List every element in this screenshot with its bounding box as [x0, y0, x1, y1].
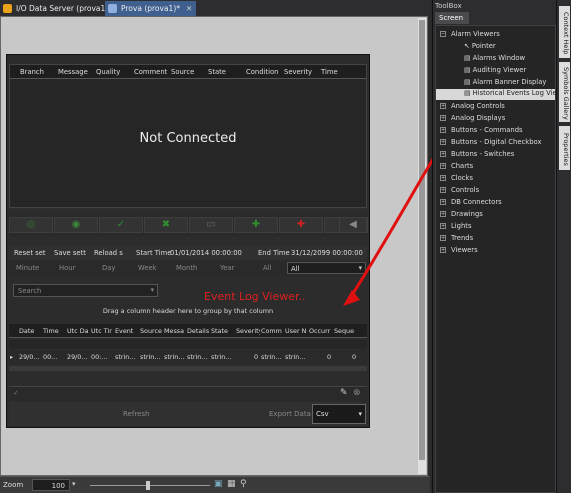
group-label: Buttons - Digital Checkbox — [451, 138, 542, 146]
collapse-icon[interactable]: − — [440, 31, 446, 37]
item-label: Alarms Window — [472, 54, 526, 62]
expand-icon[interactable]: + — [440, 187, 446, 193]
group-label: Trends — [451, 234, 474, 242]
group-analog-controls[interactable]: + Analog Controls — [440, 102, 505, 113]
group-label: Charts — [451, 162, 474, 170]
group-label: Buttons - Switches — [451, 150, 515, 158]
expand-icon[interactable]: + — [440, 163, 446, 169]
grid-icon[interactable]: ▦ — [227, 479, 236, 489]
item-label: Historical Events Log Viewer — [472, 89, 570, 97]
zoom-slider-thumb[interactable] — [146, 481, 150, 490]
group-label: Buttons - Commands — [451, 126, 523, 134]
group-clocks[interactable]: + Clocks — [440, 174, 473, 185]
expand-icon[interactable]: + — [440, 235, 446, 241]
group-controls[interactable]: + Controls — [440, 186, 479, 197]
group-alarm-viewers[interactable]: − Alarm Viewers — [440, 30, 500, 41]
zoom-input[interactable]: 100 — [32, 479, 70, 491]
toolbox-item-alarm-banner[interactable]: ▤ Alarm Banner Display — [464, 78, 546, 89]
group-label: Drawings — [451, 210, 483, 218]
group-charts[interactable]: + Charts — [440, 162, 473, 173]
expand-icon[interactable]: + — [440, 199, 446, 205]
expand-icon[interactable]: + — [440, 151, 446, 157]
group-buttons-digital-checkbox[interactable]: + Buttons - Digital Checkbox — [440, 138, 541, 149]
arrow-head — [343, 290, 360, 306]
toolbox-item-historical-events[interactable]: ▤ Historical Events Log Viewer — [436, 89, 569, 100]
item-label: Auditing Viewer — [472, 66, 527, 74]
expand-icon[interactable]: + — [440, 103, 446, 109]
group-drawings[interactable]: + Drawings — [440, 210, 483, 221]
tab-symbols-gallery[interactable]: Symbols Gallery — [559, 62, 570, 122]
group-label: Analog Controls — [451, 102, 505, 110]
expand-icon[interactable]: + — [440, 139, 446, 145]
group-label: Analog Displays — [451, 114, 506, 122]
zoom-bar: Zoom 100 ▾ ▣ ▦ ⚲ — [0, 476, 430, 493]
expand-icon[interactable]: + — [440, 211, 446, 217]
group-label: Controls — [451, 186, 480, 194]
toolbox-item-alarms-window[interactable]: ▤ Alarms Window — [464, 54, 525, 65]
expand-icon[interactable]: + — [440, 223, 446, 229]
tab-context-help[interactable]: Context Help — [559, 6, 570, 58]
zoom-value: 100 — [51, 482, 65, 490]
expand-icon[interactable]: + — [440, 247, 446, 253]
group-buttons-commands[interactable]: + Buttons - Commands — [440, 126, 523, 137]
group-label: Alarm Viewers — [451, 30, 500, 38]
toolbox-item-pointer[interactable]: ↖ Pointer — [464, 42, 496, 53]
group-label: DB Connectors — [451, 198, 502, 206]
zoom-label: Zoom — [3, 481, 24, 489]
toolbox-item-auditing-viewer[interactable]: ▤ Auditing Viewer — [464, 66, 526, 77]
group-lights[interactable]: + Lights — [440, 222, 472, 233]
chevron-down-icon[interactable]: ▾ — [72, 480, 76, 488]
expand-icon[interactable]: + — [440, 175, 446, 181]
item-label: Alarm Banner Display — [472, 78, 547, 86]
tab-screen[interactable]: Screen — [435, 12, 469, 24]
group-label: Clocks — [451, 174, 474, 182]
expand-icon[interactable]: + — [440, 115, 446, 121]
expand-icon[interactable]: + — [440, 127, 446, 133]
group-trends[interactable]: + Trends — [440, 234, 473, 245]
zoom-slider[interactable] — [90, 485, 210, 486]
toolbox-title: ToolBox — [435, 2, 462, 10]
toolbox-panel: ToolBox Screen − Alarm Viewers ↖ Pointer … — [432, 0, 569, 493]
pin-icon[interactable]: ⚲ — [240, 479, 247, 489]
group-buttons-switches[interactable]: + Buttons - Switches — [440, 150, 514, 161]
group-db-connectors[interactable]: + DB Connectors — [440, 198, 502, 209]
tab-properties[interactable]: Properties — [559, 126, 570, 170]
side-tab-strip: Context Help Symbols Gallery Properties — [556, 0, 571, 493]
group-viewers[interactable]: + Viewers — [440, 246, 478, 257]
group-label: Lights — [451, 222, 472, 230]
item-label: Pointer — [471, 42, 496, 50]
group-label: Viewers — [451, 246, 478, 254]
group-analog-displays[interactable]: + Analog Displays — [440, 114, 505, 125]
screen-icon[interactable]: ▣ — [214, 479, 223, 489]
toolbox-list: − Alarm Viewers ↖ Pointer ▤ Alarms Window… — [435, 25, 569, 493]
